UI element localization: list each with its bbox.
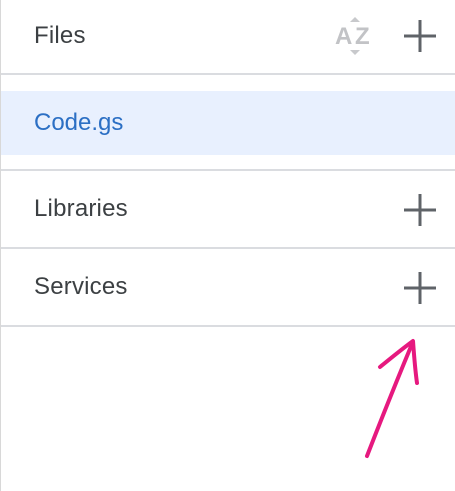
sort-files-button[interactable]: A Z [331, 12, 379, 60]
files-section-header: Files [1, 0, 455, 72]
plus-icon [404, 272, 436, 304]
services-section-title: Services [34, 273, 128, 300]
divider [1, 325, 455, 327]
file-name: Code.gs [34, 109, 124, 136]
plus-icon [404, 20, 436, 52]
add-service-button[interactable] [400, 268, 440, 308]
script-editor-sidebar: Files A Z Code.gs Libraries Services [0, 0, 455, 491]
libraries-section-header: Libraries [1, 171, 455, 247]
svg-text:Z: Z [355, 23, 370, 50]
file-item-code-gs[interactable]: Code.gs [1, 91, 455, 155]
add-library-button[interactable] [400, 190, 440, 230]
plus-icon [404, 194, 436, 226]
add-file-button[interactable] [400, 16, 440, 56]
sort-az-icon: A Z [335, 17, 370, 55]
files-section-title: Files [34, 22, 86, 49]
libraries-section-title: Libraries [34, 195, 128, 222]
services-section-header: Services [1, 249, 455, 325]
svg-text:A: A [335, 23, 352, 50]
divider [1, 73, 455, 75]
